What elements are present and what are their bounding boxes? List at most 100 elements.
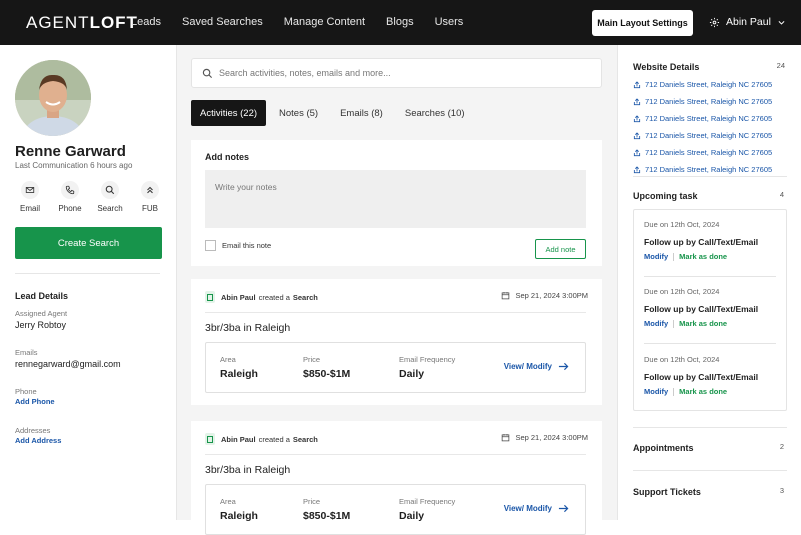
modify-link[interactable]: Modify (644, 252, 668, 261)
website-address-link[interactable]: 712 Daniels Street, Raleigh NC 27605 (633, 114, 772, 123)
area-value: Raleigh (220, 368, 258, 380)
add-note-button[interactable]: Add note (535, 239, 586, 259)
mail-icon (25, 187, 35, 193)
main-layout-settings-button[interactable]: Main Layout Settings (592, 10, 693, 36)
chevron-down-icon (778, 20, 785, 25)
search-icon (105, 185, 115, 195)
share-icon (633, 114, 641, 122)
divider (644, 343, 776, 344)
task-item: Due on 12th Oct, 2024 Follow up by Call/… (644, 355, 776, 396)
task-due: Due on 12th Oct, 2024 (644, 220, 720, 229)
area-label: Area (220, 355, 236, 364)
lead-name: Renne Garward (15, 143, 126, 160)
price-label: Price (303, 355, 321, 364)
frequency-label: Email Frequency (399, 497, 456, 506)
lead-sidebar: Website Details 24 712 Daniels Street, R… (617, 45, 801, 520)
lead-details-title: Lead Details (15, 291, 69, 301)
nav-manage-content[interactable]: Manage Content (284, 16, 365, 28)
user-name: Abin Paul (726, 16, 771, 28)
activity-object: Search (292, 292, 318, 302)
tab-searches[interactable]: Searches (10) (396, 100, 474, 126)
chevrons-up-icon (147, 186, 153, 194)
view-modify-link[interactable]: View/ Modify (504, 504, 569, 513)
task-due: Due on 12th Oct, 2024 (644, 287, 720, 296)
activity-panel: Search activities, notes, emails and mor… (177, 45, 617, 535)
activity-date: Sep 21, 2024 3:00PM (515, 433, 588, 442)
add-notes-card: Add notes Write your notes Email this no… (191, 140, 602, 266)
mark-done-link[interactable]: Mark as done (679, 387, 727, 396)
email-action[interactable]: Email (10, 181, 50, 213)
price-value: $850-$1M (303, 368, 351, 380)
gear-icon (709, 17, 720, 27)
task-item: Due on 12th Oct, 2024 Follow up by Call/… (644, 287, 776, 328)
website-address-link[interactable]: 712 Daniels Street, Raleigh NC 27605 (633, 131, 772, 140)
share-icon (633, 97, 641, 105)
website-address-link[interactable]: 712 Daniels Street, Raleigh NC 27605 (633, 148, 772, 157)
mark-done-link[interactable]: Mark as done (679, 252, 727, 261)
website-details-count: 24 (776, 61, 785, 70)
task-title: Follow up by Call/Text/Email (644, 372, 759, 382)
price-value: $850-$1M (303, 510, 351, 522)
quick-actions: Email Phone Search FUB (10, 181, 170, 213)
frequency-label: Email Frequency (399, 355, 456, 364)
last-communication: Last Communication 6 hours ago (15, 161, 133, 170)
emails-label: Emails (15, 348, 38, 357)
add-phone-link[interactable]: Add Phone (15, 397, 55, 406)
tab-activities[interactable]: Activities (22) (191, 100, 267, 126)
upcoming-task-title: Upcoming task (633, 191, 698, 201)
checkbox[interactable] (205, 240, 216, 251)
website-address-link[interactable]: 712 Daniels Street, Raleigh NC 27605 (633, 165, 772, 174)
activity-object: Search (292, 434, 318, 444)
area-label: Area (220, 497, 236, 506)
support-tickets-title[interactable]: Support Tickets (633, 487, 701, 497)
task-list: Due on 12th Oct, 2024 Follow up by Call/… (633, 209, 787, 411)
nav-users[interactable]: Users (435, 16, 464, 28)
nav-leads[interactable]: Leads (131, 16, 161, 28)
nav-blogs[interactable]: Blogs (386, 16, 414, 28)
frequency-value: Daily (399, 510, 425, 522)
divider (15, 273, 160, 274)
main-nav: Leads Saved Searches Manage Content Blog… (131, 16, 484, 28)
nav-saved-searches[interactable]: Saved Searches (182, 16, 263, 28)
avatar (15, 60, 91, 136)
email-note-checkbox[interactable]: Email this note (205, 240, 271, 251)
arrow-right-icon (558, 362, 569, 371)
activity-actor: Abin Paul (221, 292, 256, 302)
mark-done-link[interactable]: Mark as done (679, 319, 727, 328)
divider (205, 454, 586, 455)
divider (205, 312, 586, 313)
modify-link[interactable]: Modify (644, 387, 668, 396)
add-notes-title: Add notes (205, 152, 249, 162)
price-label: Price (303, 497, 321, 506)
view-modify-link[interactable]: View/ Modify (504, 362, 569, 371)
search-summary: Area Raleigh Price $850-$1M Email Frequenc… (205, 342, 586, 393)
email-value: rennegarward@gmail.com (15, 359, 121, 369)
task-title: Follow up by Call/Text/Email (644, 237, 759, 247)
task-due: Due on 12th Oct, 2024 (644, 355, 720, 364)
add-address-link[interactable]: Add Address (15, 436, 61, 445)
appointments-title[interactable]: Appointments (633, 443, 694, 453)
document-icon (205, 433, 215, 445)
search-summary: Area Raleigh Price $850-$1M Email Frequenc… (205, 484, 586, 535)
search-action[interactable]: Search (90, 181, 130, 213)
website-address-link[interactable]: 712 Daniels Street, Raleigh NC 27605 (633, 97, 772, 106)
divider (633, 470, 787, 471)
notes-textarea[interactable]: Write your notes (205, 170, 586, 228)
tab-emails[interactable]: Emails (8) (331, 100, 392, 126)
lead-profile-panel: Renne Garward Last Communication 6 hours… (0, 45, 177, 520)
website-address-link[interactable]: 712 Daniels Street, Raleigh NC 27605 (633, 80, 772, 89)
addresses-label: Addresses (15, 426, 51, 435)
create-search-button[interactable]: Create Search (15, 227, 162, 259)
fub-action[interactable]: FUB (130, 181, 170, 213)
activity-search-input[interactable]: Search activities, notes, emails and mor… (191, 58, 602, 88)
logo[interactable]: AGENTLOFT (26, 13, 138, 33)
activity-card: Abin Paul created a Search Sep 21, 2024 … (191, 279, 602, 405)
tab-notes[interactable]: Notes (5) (270, 100, 327, 126)
phone-action[interactable]: Phone (50, 181, 90, 213)
user-menu[interactable]: Abin Paul (709, 16, 786, 28)
search-icon (202, 68, 213, 78)
appointments-count: 2 (779, 442, 784, 451)
phone-label: Phone (15, 387, 37, 396)
modify-link[interactable]: Modify (644, 319, 668, 328)
website-details-title: Website Details (633, 62, 700, 72)
